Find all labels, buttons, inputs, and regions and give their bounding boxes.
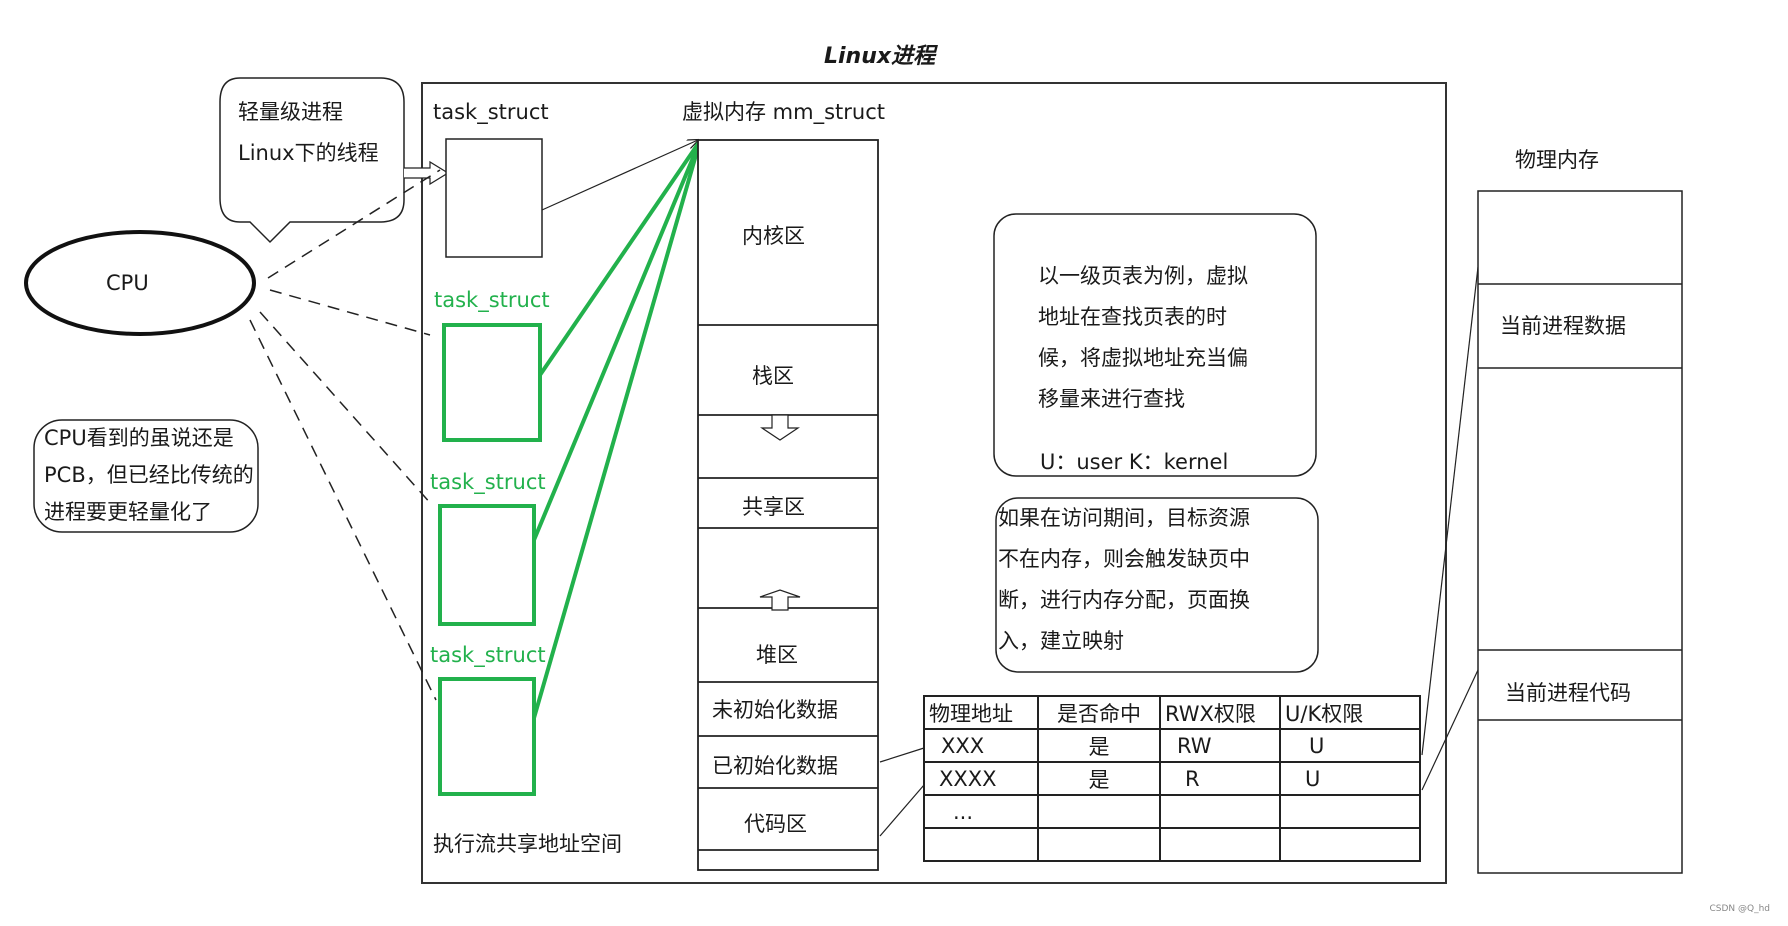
page-table-cell [1279, 794, 1421, 829]
page-table-cell [1279, 827, 1421, 862]
page-table-header: 物理地址 [923, 695, 1039, 730]
watermark: CSDN @Q_hd [1709, 904, 1770, 914]
page-table-cell: 是 [1037, 761, 1161, 796]
thread-task-struct-label: task_struct [430, 470, 546, 494]
page-table-row [923, 827, 1421, 862]
vm-region-shared: 共享区 [742, 495, 805, 519]
vm-region-heap: 堆区 [756, 643, 798, 667]
page-fault-note-line: 入，建立映射 [998, 629, 1124, 653]
page-fault-note: 如果在访问期间，目标资源 不在内存，则会触发缺页中 断，进行内存分配，页面换 入… [998, 498, 1250, 662]
page-table-cell: U [1279, 761, 1421, 796]
page-table-cell [1159, 827, 1281, 862]
page-table-note: 以一级页表为例，虚拟 地址在查找页表的时 候，将虚拟地址充当偏 移量来进行查找 [1038, 256, 1248, 420]
callout-lwp-line: Linux下的线程 [238, 141, 379, 165]
callout-lwp: 轻量级进程 Linux下的线程 [238, 92, 379, 174]
thread-task-struct-label: task_struct [430, 643, 546, 667]
page-table-cell: R [1159, 761, 1281, 796]
thread-task-struct-box-3 [438, 677, 536, 796]
vm-region-kernel: 内核区 [742, 224, 805, 248]
page-table-header: 是否命中 [1037, 695, 1161, 730]
page-table-cell [923, 827, 1039, 862]
page-table: 物理地址 是否命中 RWX权限 U/K权限 XXX 是 RW U XXXX 是 … [923, 695, 1421, 862]
vm-region-code: 代码区 [744, 812, 807, 836]
diagram-title: Linux进程 [824, 44, 936, 69]
physical-memory-column [1477, 190, 1683, 874]
cpu-label: CPU [106, 271, 149, 295]
page-table-row: XXXX 是 R U [923, 761, 1421, 796]
cpu-dispatch-lines [249, 169, 441, 701]
page-fault-note-line: 不在内存，则会触发缺页中 [998, 547, 1250, 571]
page-fault-note-line: 断，进行内存分配，页面换 [998, 588, 1250, 612]
page-table-cell [1159, 794, 1281, 829]
vm-region-stack: 栈区 [752, 364, 794, 388]
page-table-cell: RW [1159, 728, 1281, 763]
phys-block-process-code: 当前进程代码 [1505, 681, 1631, 705]
virtual-memory-label: 虚拟内存 mm_struct [682, 100, 885, 124]
phys-block-process-data: 当前进程数据 [1500, 314, 1626, 338]
uk-legend: U：user K：kernel [1040, 450, 1229, 474]
page-table-note-line: 移量来进行查找 [1038, 387, 1185, 411]
page-table-row: ... [923, 794, 1421, 829]
page-table-header-row: 物理地址 是否命中 RWX权限 U/K权限 [923, 695, 1421, 730]
physical-memory-label: 物理内存 [1515, 148, 1599, 172]
page-table-cell [1037, 794, 1161, 829]
vm-region-bss: 未初始化数据 [712, 698, 838, 722]
page-table-cell: XXXX [923, 761, 1039, 796]
pt-to-phys-data-line [1421, 266, 1479, 756]
code-to-pt-line [879, 784, 925, 837]
callout-cpu-view-line: CPU看到的虽说还是 [44, 426, 234, 450]
main-task-struct-box [445, 138, 543, 258]
page-fault-note-line: 如果在访问期间，目标资源 [998, 506, 1250, 530]
page-table-note-line: 地址在查找页表的时 [1038, 305, 1227, 329]
page-table-note-line: 候，将虚拟地址充当偏 [1038, 346, 1248, 370]
thread-task-struct-box-2 [438, 504, 536, 626]
page-table-note-line: 以一级页表为例，虚拟 [1038, 264, 1248, 288]
page-table-cell [1037, 827, 1161, 862]
main-task-struct-label: task_struct [433, 100, 549, 124]
thread-task-struct-box-1 [442, 323, 542, 442]
page-table-cell: XXX [923, 728, 1039, 763]
data-to-pt-line [879, 747, 925, 763]
page-table-header: RWX权限 [1159, 695, 1281, 730]
thread-task-struct-label: task_struct [434, 288, 550, 312]
pt-to-phys-code-line [1421, 669, 1479, 791]
page-table-header: U/K权限 [1279, 695, 1421, 730]
callout-cpu-view-line: PCB，但已经比传统的 [44, 463, 254, 487]
callout-lwp-line: 轻量级进程 [238, 100, 343, 124]
callout-cpu-view: CPU看到的虽说还是 PCB，但已经比传统的 进程要更轻量化了 [44, 420, 254, 531]
page-table-cell: 是 [1037, 728, 1161, 763]
callout-cpu-view-line: 进程要更轻量化了 [44, 500, 212, 524]
page-table-cell: ... [923, 794, 1039, 829]
page-table-cell: U [1279, 728, 1421, 763]
vm-region-data: 已初始化数据 [712, 754, 838, 778]
page-table-row: XXX 是 RW U [923, 728, 1421, 763]
callout-arrow [404, 160, 450, 186]
shared-address-space-label: 执行流共享地址空间 [433, 832, 622, 856]
thread-to-mm-lines [532, 139, 702, 719]
